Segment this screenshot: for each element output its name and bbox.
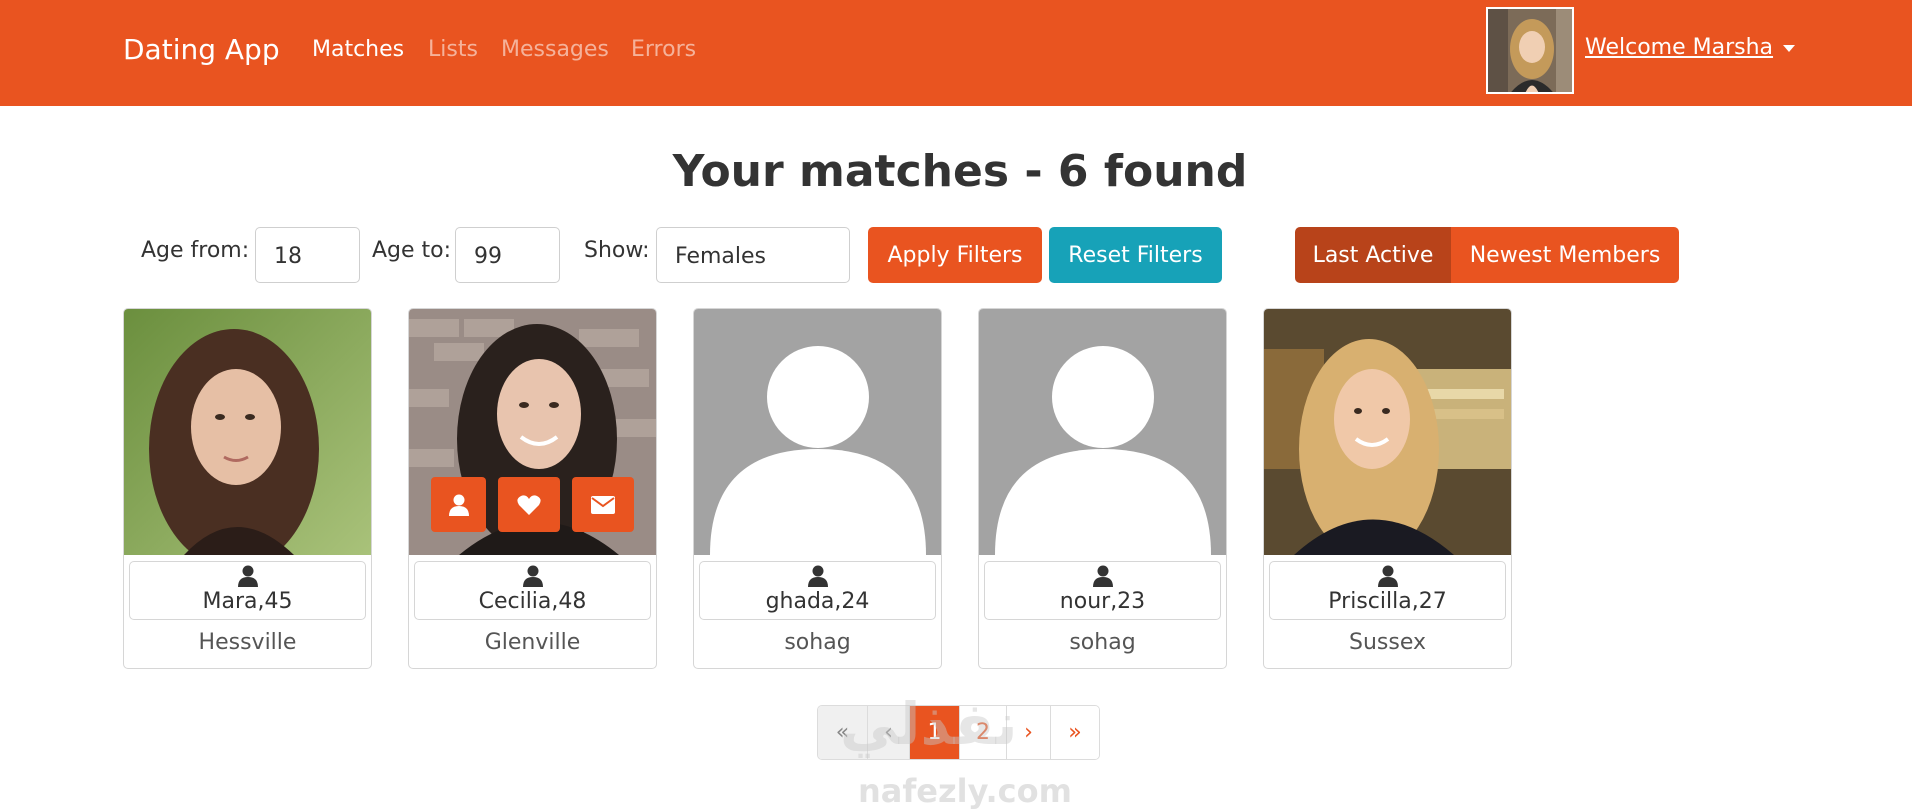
- member-card[interactable]: Cecilia,48 Glenville: [408, 308, 657, 669]
- message-button[interactable]: [572, 477, 634, 532]
- user-icon: [448, 494, 469, 516]
- welcome-dropdown[interactable]: Welcome Marsha: [1585, 35, 1773, 60]
- watermark-url: nafezly.com: [858, 772, 1072, 810]
- sort-newest-members-button[interactable]: Newest Members: [1451, 227, 1679, 283]
- nav-link-errors[interactable]: Errors: [631, 37, 696, 62]
- heart-icon: [517, 494, 541, 515]
- user-icon: [523, 565, 543, 587]
- profile-button[interactable]: [431, 477, 486, 532]
- nav-link-messages[interactable]: Messages: [501, 37, 609, 62]
- member-card[interactable]: nour,23 sohag: [978, 308, 1227, 669]
- member-name-age: nour,23: [1059, 589, 1146, 614]
- pagination-prev[interactable]: ‹: [868, 706, 910, 759]
- member-info: nour,23: [984, 561, 1221, 620]
- user-icon: [808, 565, 828, 587]
- member-name-age: Mara,45: [202, 589, 293, 614]
- member-photo[interactable]: [124, 309, 371, 555]
- member-city: sohag: [1069, 630, 1136, 655]
- member-info: Priscilla,27: [1269, 561, 1506, 620]
- age-to-label: Age to:: [372, 238, 452, 263]
- member-photo[interactable]: [694, 309, 941, 555]
- member-city: Hessville: [198, 630, 297, 655]
- envelope-icon: [591, 495, 615, 514]
- navbar: Dating App Matches Lists Messages Errors…: [0, 0, 1912, 106]
- gender-select[interactable]: Females: [656, 227, 850, 283]
- member-photo[interactable]: [409, 309, 656, 555]
- member-card[interactable]: Priscilla,27 Sussex: [1263, 308, 1512, 669]
- nav-link-matches[interactable]: Matches: [312, 37, 404, 62]
- pagination-page-2[interactable]: 2: [960, 706, 1007, 759]
- page-title: Your matches - 6 found: [672, 146, 1248, 197]
- member-city: Sussex: [1349, 630, 1426, 655]
- member-info: Cecilia,48: [414, 561, 651, 620]
- member-city: Glenville: [484, 630, 581, 655]
- reset-filters-button[interactable]: Reset Filters: [1049, 227, 1222, 283]
- pagination-page-1[interactable]: 1: [910, 706, 960, 759]
- member-card[interactable]: Mara,45 Hessville: [123, 308, 372, 669]
- member-photo[interactable]: [1264, 309, 1511, 555]
- show-label: Show:: [584, 238, 650, 263]
- member-card[interactable]: ghada,24 sohag: [693, 308, 942, 669]
- member-name-age: ghada,24: [765, 589, 870, 614]
- age-to-input[interactable]: 99: [455, 227, 560, 283]
- apply-filters-button[interactable]: Apply Filters: [868, 227, 1042, 283]
- member-info: ghada,24: [699, 561, 936, 620]
- avatar: [1486, 7, 1574, 94]
- like-button[interactable]: [498, 477, 560, 532]
- age-from-label: Age from:: [141, 238, 250, 263]
- card-action-buttons: [431, 477, 634, 532]
- member-info: Mara,45: [129, 561, 366, 620]
- user-icon: [238, 565, 258, 587]
- member-city: sohag: [784, 630, 851, 655]
- sort-last-active-button[interactable]: Last Active: [1295, 227, 1451, 283]
- pagination: « ‹ 1 2 › »: [817, 705, 1100, 760]
- default-user-silhouette-icon: [979, 309, 1226, 555]
- default-user-silhouette-icon: [694, 309, 941, 555]
- member-photo[interactable]: [979, 309, 1226, 555]
- user-icon: [1093, 565, 1113, 587]
- pagination-first[interactable]: «: [818, 706, 868, 759]
- pagination-next[interactable]: ›: [1007, 706, 1051, 759]
- age-from-input[interactable]: 18: [255, 227, 360, 283]
- caret-down-icon[interactable]: [1783, 45, 1795, 52]
- nav-link-lists[interactable]: Lists: [428, 37, 478, 62]
- pagination-last[interactable]: »: [1051, 706, 1099, 759]
- user-icon: [1378, 565, 1398, 587]
- member-name-age: Cecilia,48: [478, 589, 587, 614]
- member-name-age: Priscilla,27: [1328, 589, 1447, 614]
- brand[interactable]: Dating App: [123, 33, 280, 66]
- sort-button-group: Last Active Newest Members: [1295, 227, 1679, 283]
